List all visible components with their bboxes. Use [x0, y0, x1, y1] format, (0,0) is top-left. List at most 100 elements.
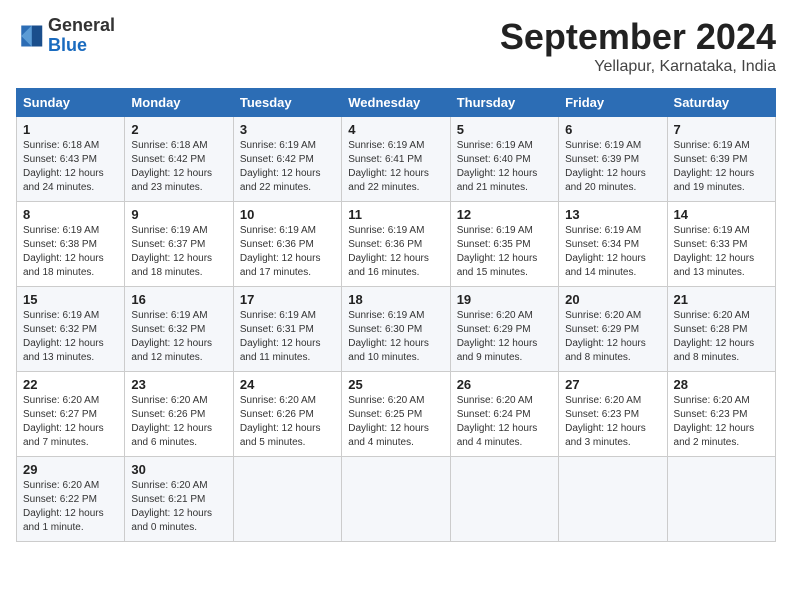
weekday-header: Sunday: [17, 89, 125, 117]
day-number: 4: [348, 122, 443, 137]
day-number: 12: [457, 207, 552, 222]
calendar-day-cell: 15Sunrise: 6:19 AM Sunset: 6:32 PM Dayli…: [17, 287, 125, 372]
day-number: 10: [240, 207, 335, 222]
day-info: Sunrise: 6:19 AM Sunset: 6:40 PM Dayligh…: [457, 139, 552, 195]
calendar-day-cell: 22 Sunrise: 6:20 AM Sunset: 6:27 PM Dayli…: [17, 372, 125, 457]
day-info: Sunrise: 6:19 AM Sunset: 6:32 PM Dayligh…: [131, 309, 226, 365]
day-number: 2: [131, 122, 226, 137]
page-header: General Blue September 2024 Yellapur, Ka…: [16, 16, 776, 76]
day-info: Sunrise: 6:19 AM Sunset: 6:36 PM Dayligh…: [348, 224, 443, 280]
day-info: Sunrise: 6:20 AM Sunset: 6:25 PM Dayligh…: [348, 394, 443, 450]
day-number: 18: [348, 292, 443, 307]
day-info: Sunrise: 6:19 AM Sunset: 6:33 PM Dayligh…: [674, 224, 769, 280]
day-info: Sunrise: 6:19 AM Sunset: 6:41 PM Dayligh…: [348, 139, 443, 195]
day-number: 29: [23, 462, 118, 477]
location: Yellapur, Karnataka, India: [500, 58, 776, 76]
calendar-day-cell: 25Sunrise: 6:20 AM Sunset: 6:25 PM Dayli…: [342, 372, 450, 457]
calendar-table: SundayMondayTuesdayWednesdayThursdayFrid…: [16, 88, 776, 542]
calendar-day-cell: 7 Sunrise: 6:19 AM Sunset: 6:39 PM Daylig…: [667, 117, 775, 202]
day-number: 27: [565, 377, 660, 392]
calendar-day-cell: 10Sunrise: 6:19 AM Sunset: 6:36 PM Dayli…: [233, 202, 341, 287]
day-number: 30: [131, 462, 226, 477]
day-number: 21: [674, 292, 769, 307]
day-info: Sunrise: 6:18 AM Sunset: 6:43 PM Dayligh…: [23, 139, 118, 195]
calendar-day-cell: 1 Sunrise: 6:18 AM Sunset: 6:43 PM Daylig…: [17, 117, 125, 202]
day-number: 3: [240, 122, 335, 137]
day-number: 20: [565, 292, 660, 307]
calendar-day-cell: 11 Sunrise: 6:19 AM Sunset: 6:36 PM Dayli…: [342, 202, 450, 287]
calendar-day-cell: 24 Sunrise: 6:20 AM Sunset: 6:26 PM Dayli…: [233, 372, 341, 457]
calendar-week-row: 1 Sunrise: 6:18 AM Sunset: 6:43 PM Daylig…: [17, 117, 776, 202]
day-info: Sunrise: 6:19 AM Sunset: 6:31 PM Dayligh…: [240, 309, 335, 365]
day-info: Sunrise: 6:19 AM Sunset: 6:34 PM Dayligh…: [565, 224, 660, 280]
calendar-day-cell: 5 Sunrise: 6:19 AM Sunset: 6:40 PM Daylig…: [450, 117, 558, 202]
weekday-header: Friday: [559, 89, 667, 117]
calendar-day-cell: 3 Sunrise: 6:19 AM Sunset: 6:42 PM Daylig…: [233, 117, 341, 202]
calendar-week-row: 8Sunrise: 6:19 AM Sunset: 6:38 PM Daylig…: [17, 202, 776, 287]
calendar-day-cell: 28Sunrise: 6:20 AM Sunset: 6:23 PM Dayli…: [667, 372, 775, 457]
calendar-day-cell: 27 Sunrise: 6:20 AM Sunset: 6:23 PM Dayli…: [559, 372, 667, 457]
day-number: 17: [240, 292, 335, 307]
calendar-day-cell: 6Sunrise: 6:19 AM Sunset: 6:39 PM Daylig…: [559, 117, 667, 202]
calendar-header-row: SundayMondayTuesdayWednesdayThursdayFrid…: [17, 89, 776, 117]
calendar-week-row: 15 Sunrise: 6:19 AM Sunset: 6:32 PM Dayli…: [17, 287, 776, 372]
logo: General Blue: [16, 16, 115, 56]
day-number: 9: [131, 207, 226, 222]
title-block: September 2024 Yellapur, Karnataka, Indi…: [500, 16, 776, 76]
weekday-header: Tuesday: [233, 89, 341, 117]
calendar-day-cell: 16 Sunrise: 6:19 AM Sunset: 6:32 PM Dayli…: [125, 287, 233, 372]
day-info: Sunrise: 6:18 AM Sunset: 6:42 PM Dayligh…: [131, 139, 226, 195]
weekday-header: Monday: [125, 89, 233, 117]
calendar-week-row: 22 Sunrise: 6:20 AM Sunset: 6:27 PM Dayli…: [17, 372, 776, 457]
calendar-day-cell: [233, 457, 341, 542]
day-number: 16: [131, 292, 226, 307]
calendar-day-cell: 14 Sunrise: 6:19 AM Sunset: 6:33 PM Dayli…: [667, 202, 775, 287]
month-title: September 2024: [500, 16, 776, 58]
day-info: Sunrise: 6:20 AM Sunset: 6:26 PM Dayligh…: [131, 394, 226, 450]
calendar-day-cell: 17 Sunrise: 6:19 AM Sunset: 6:31 PM Dayli…: [233, 287, 341, 372]
day-info: Sunrise: 6:19 AM Sunset: 6:39 PM Dayligh…: [674, 139, 769, 195]
day-number: 22: [23, 377, 118, 392]
day-number: 5: [457, 122, 552, 137]
calendar-day-cell: 2 Sunrise: 6:18 AM Sunset: 6:42 PM Daylig…: [125, 117, 233, 202]
calendar-day-cell: 23 Sunrise: 6:20 AM Sunset: 6:26 PM Dayli…: [125, 372, 233, 457]
calendar-week-row: 29Sunrise: 6:20 AM Sunset: 6:22 PM Dayli…: [17, 457, 776, 542]
calendar-day-cell: 4 Sunrise: 6:19 AM Sunset: 6:41 PM Daylig…: [342, 117, 450, 202]
day-info: Sunrise: 6:19 AM Sunset: 6:30 PM Dayligh…: [348, 309, 443, 365]
day-number: 11: [348, 207, 443, 222]
calendar-day-cell: 18 Sunrise: 6:19 AM Sunset: 6:30 PM Dayli…: [342, 287, 450, 372]
calendar-day-cell: [342, 457, 450, 542]
day-info: Sunrise: 6:19 AM Sunset: 6:35 PM Dayligh…: [457, 224, 552, 280]
calendar-day-cell: 13 Sunrise: 6:19 AM Sunset: 6:34 PM Dayli…: [559, 202, 667, 287]
calendar-day-cell: 12 Sunrise: 6:19 AM Sunset: 6:35 PM Dayli…: [450, 202, 558, 287]
day-info: Sunrise: 6:20 AM Sunset: 6:23 PM Dayligh…: [565, 394, 660, 450]
day-info: Sunrise: 6:20 AM Sunset: 6:26 PM Dayligh…: [240, 394, 335, 450]
day-info: Sunrise: 6:20 AM Sunset: 6:29 PM Dayligh…: [565, 309, 660, 365]
calendar-day-cell: 20 Sunrise: 6:20 AM Sunset: 6:29 PM Dayli…: [559, 287, 667, 372]
calendar-day-cell: 29Sunrise: 6:20 AM Sunset: 6:22 PM Dayli…: [17, 457, 125, 542]
day-info: Sunrise: 6:20 AM Sunset: 6:24 PM Dayligh…: [457, 394, 552, 450]
calendar-day-cell: [450, 457, 558, 542]
day-number: 15: [23, 292, 118, 307]
day-number: 7: [674, 122, 769, 137]
day-number: 26: [457, 377, 552, 392]
day-info: Sunrise: 6:20 AM Sunset: 6:28 PM Dayligh…: [674, 309, 769, 365]
calendar-day-cell: [667, 457, 775, 542]
day-number: 14: [674, 207, 769, 222]
calendar-day-cell: 19Sunrise: 6:20 AM Sunset: 6:29 PM Dayli…: [450, 287, 558, 372]
day-number: 13: [565, 207, 660, 222]
calendar-day-cell: 26 Sunrise: 6:20 AM Sunset: 6:24 PM Dayli…: [450, 372, 558, 457]
day-info: Sunrise: 6:20 AM Sunset: 6:27 PM Dayligh…: [23, 394, 118, 450]
day-number: 24: [240, 377, 335, 392]
calendar-day-cell: 21 Sunrise: 6:20 AM Sunset: 6:28 PM Dayli…: [667, 287, 775, 372]
calendar-day-cell: [559, 457, 667, 542]
day-number: 1: [23, 122, 118, 137]
calendar-day-cell: 30Sunrise: 6:20 AM Sunset: 6:21 PM Dayli…: [125, 457, 233, 542]
logo-text: General Blue: [48, 16, 115, 56]
day-info: Sunrise: 6:19 AM Sunset: 6:42 PM Dayligh…: [240, 139, 335, 195]
day-info: Sunrise: 6:20 AM Sunset: 6:23 PM Dayligh…: [674, 394, 769, 450]
day-number: 23: [131, 377, 226, 392]
weekday-header: Saturday: [667, 89, 775, 117]
day-info: Sunrise: 6:19 AM Sunset: 6:37 PM Dayligh…: [131, 224, 226, 280]
weekday-header: Wednesday: [342, 89, 450, 117]
